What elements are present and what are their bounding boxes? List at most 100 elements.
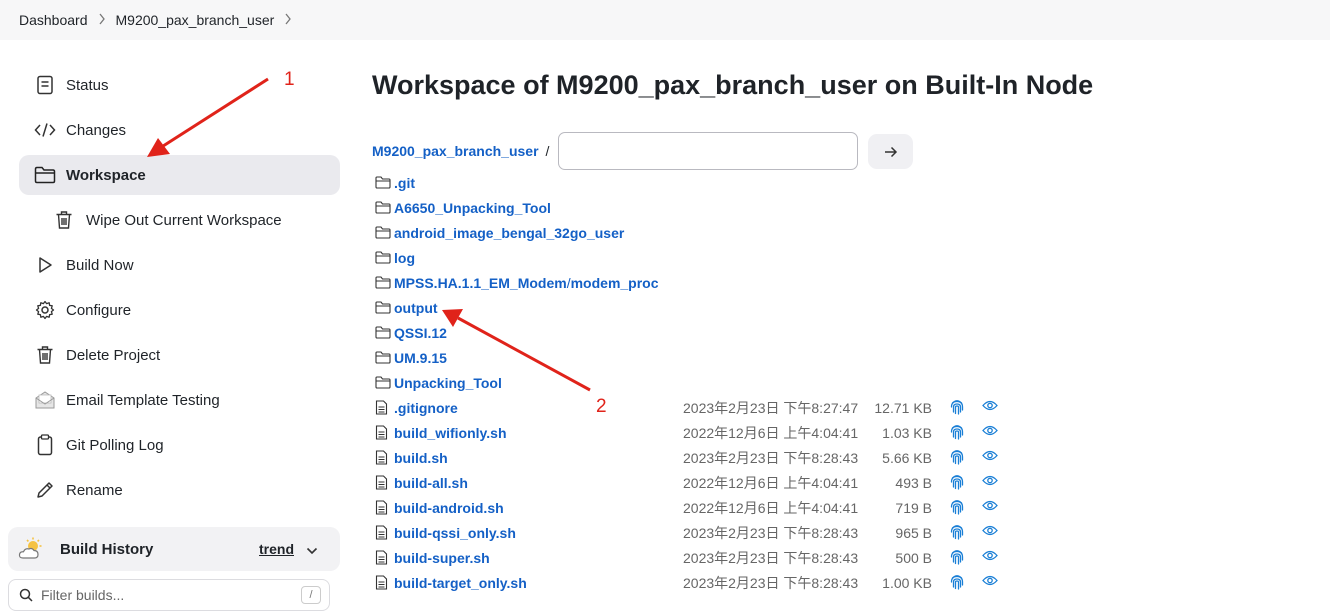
subfolder-link[interactable]: modem_proc <box>571 275 659 291</box>
status-icon <box>31 75 59 95</box>
folder-link[interactable]: MPSS.HA.1.1_EM_Modem <box>394 275 567 291</box>
arrow-right-icon <box>884 146 898 158</box>
search-icon <box>19 588 33 602</box>
folder-link[interactable]: UM.9.15 <box>394 350 447 366</box>
fingerprint-icon[interactable] <box>950 574 964 590</box>
file-link[interactable]: build-qssi_only.sh <box>394 525 516 541</box>
file-date: 2022年12月6日 上午4:04:41 <box>683 474 859 491</box>
file-icon <box>372 550 394 565</box>
view-eye-icon[interactable] <box>982 575 998 586</box>
file-date: 2023年2月23日 下午8:28:43 <box>683 524 859 541</box>
gear-icon <box>31 300 59 320</box>
file-row: build-qssi_only.sh 2023年2月23日 下午8:28:43 … <box>372 520 1312 545</box>
sidebar-item-rename[interactable]: Rename <box>19 470 340 510</box>
file-date: 2022年12月6日 上午4:04:41 <box>683 424 859 441</box>
sidebar-item-wipe-workspace[interactable]: Wipe Out Current Workspace <box>19 200 340 240</box>
breadcrumb-dashboard[interactable]: Dashboard <box>19 12 88 28</box>
sidebar-item-label: Wipe Out Current Workspace <box>86 211 282 229</box>
path-input[interactable] <box>558 132 859 170</box>
file-row: build-super.sh 2023年2月23日 下午8:28:43 500 … <box>372 545 1312 570</box>
sidebar-item-git-polling-log[interactable]: Git Polling Log <box>19 425 340 465</box>
folder-row: MPSS.HA.1.1_EM_Modem / modem_proc <box>372 270 1312 295</box>
sidebar-item-label: Delete Project <box>66 346 161 364</box>
trend-link[interactable]: trend <box>259 541 294 557</box>
path-root-link[interactable]: M9200_pax_branch_user <box>372 143 539 159</box>
file-size: 493 B <box>895 474 932 491</box>
file-link[interactable]: build-all.sh <box>394 475 468 491</box>
file-row: build_wifionly.sh 2022年12月6日 上午4:04:41 1… <box>372 420 1312 445</box>
chevron-right-icon <box>88 13 116 28</box>
file-link[interactable]: build-target_only.sh <box>394 575 527 591</box>
fingerprint-icon[interactable] <box>950 549 964 565</box>
view-eye-icon[interactable] <box>982 450 998 461</box>
folder-link[interactable]: QSSI.12 <box>394 325 447 341</box>
folder-link[interactable]: Unpacking_Tool <box>394 375 502 391</box>
file-date: 2023年2月23日 下午8:27:47 <box>683 399 859 416</box>
file-row: build-android.sh 2022年12月6日 上午4:04:41 71… <box>372 495 1312 520</box>
go-button[interactable] <box>868 134 913 169</box>
file-link[interactable]: build_wifionly.sh <box>394 425 507 441</box>
view-eye-icon[interactable] <box>982 425 998 436</box>
view-eye-icon[interactable] <box>982 550 998 561</box>
file-link[interactable]: build-super.sh <box>394 550 490 566</box>
view-eye-icon[interactable] <box>982 500 998 511</box>
sidebar-item-email-template-testing[interactable]: Email Template Testing <box>19 380 340 420</box>
folder-link[interactable]: output <box>394 300 438 316</box>
fingerprint-icon[interactable] <box>950 399 964 415</box>
fingerprint-icon[interactable] <box>950 524 964 540</box>
sidebar-item-label: Changes <box>66 121 127 139</box>
file-icon <box>372 425 394 440</box>
weather-sunny-cloud-icon <box>18 537 48 561</box>
view-eye-icon[interactable] <box>982 525 998 536</box>
filter-builds-input[interactable]: Filter builds... / <box>8 579 330 611</box>
folder-icon <box>372 351 394 364</box>
file-icon <box>372 500 394 515</box>
sidebar-item-configure[interactable]: Configure <box>19 290 340 330</box>
fingerprint-icon[interactable] <box>950 424 964 440</box>
fingerprint-icon[interactable] <box>950 474 964 490</box>
sidebar-item-workspace[interactable]: Workspace <box>19 155 340 195</box>
sidebar-item-label: Rename <box>66 481 123 499</box>
folder-row: UM.9.15 <box>372 345 1312 370</box>
sidebar-item-label: Build Now <box>66 256 134 274</box>
build-history-title: Build History <box>60 540 154 558</box>
view-eye-icon[interactable] <box>982 475 998 486</box>
folder-link[interactable]: .git <box>394 175 415 191</box>
filter-placeholder: Filter builds... <box>41 587 125 603</box>
file-icon <box>372 575 394 590</box>
pencil-icon <box>31 480 59 500</box>
fingerprint-icon[interactable] <box>950 449 964 465</box>
file-icon <box>372 400 394 415</box>
folder-link[interactable]: android_image_bengal_32go_user <box>394 225 624 241</box>
code-icon <box>31 122 59 138</box>
folder-icon <box>372 201 394 214</box>
folder-icon <box>372 176 394 189</box>
sidebar-item-build-now[interactable]: Build Now <box>19 245 340 285</box>
folder-link[interactable]: A6650_Unpacking_Tool <box>394 200 551 216</box>
file-size: 965 B <box>895 524 932 541</box>
path-navigator: M9200_pax_branch_user / <box>372 132 932 170</box>
page-title: Workspace of M9200_pax_branch_user on Bu… <box>372 70 1094 100</box>
sidebar-item-changes[interactable]: Changes <box>19 110 340 150</box>
folder-link[interactable]: log <box>394 250 415 266</box>
file-link[interactable]: build.sh <box>394 450 448 466</box>
breadcrumb-project[interactable]: M9200_pax_branch_user <box>116 12 275 28</box>
file-row: build-target_only.sh 2023年2月23日 下午8:28:4… <box>372 570 1312 595</box>
folder-row: log <box>372 245 1312 270</box>
folder-row: Unpacking_Tool <box>372 370 1312 395</box>
play-icon <box>31 256 59 274</box>
envelope-icon <box>31 390 59 410</box>
file-date: 2023年2月23日 下午8:28:43 <box>683 549 859 566</box>
view-eye-icon[interactable] <box>982 400 998 411</box>
file-size: 12.71 KB <box>874 399 932 416</box>
chevron-down-icon[interactable] <box>306 542 318 559</box>
file-link[interactable]: build-android.sh <box>394 500 504 516</box>
sidebar-item-delete-project[interactable]: Delete Project <box>19 335 340 375</box>
file-link[interactable]: .gitignore <box>394 400 458 416</box>
file-row: .gitignore 2023年2月23日 下午8:27:47 12.71 KB <box>372 395 1312 420</box>
sidebar-item-label: Status <box>66 76 109 94</box>
fingerprint-icon[interactable] <box>950 499 964 515</box>
sidebar-item-label: Email Template Testing <box>66 391 220 409</box>
chevron-right-icon[interactable] <box>274 13 302 28</box>
folder-icon <box>372 301 394 314</box>
